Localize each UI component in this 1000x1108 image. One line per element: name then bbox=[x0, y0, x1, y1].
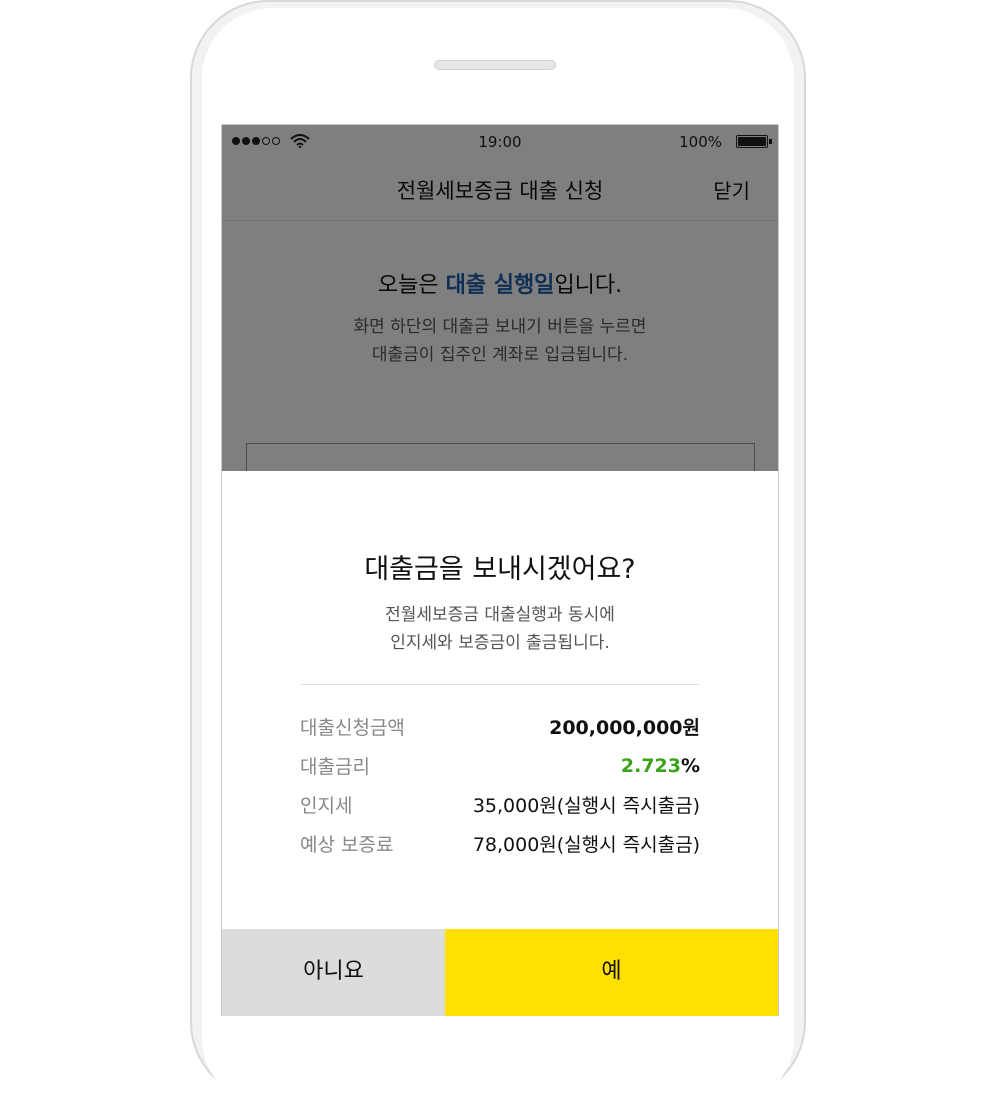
summary-label: 인지세 bbox=[300, 795, 353, 817]
dialog-desc-line2: 인지세와 보증금이 출금됩니다. bbox=[390, 633, 610, 653]
confirm-dialog: 대출금을 보내시겠어요? 전월세보증금 대출실행과 동시에 인지세와 보증금이 … bbox=[222, 471, 778, 1016]
modal-overlay[interactable] bbox=[222, 125, 778, 471]
phone-speaker bbox=[434, 60, 556, 70]
summary-label: 대출신청금액 bbox=[300, 717, 405, 739]
summary-label: 대출금리 bbox=[300, 756, 370, 778]
summary-value: 2.723% bbox=[621, 755, 700, 777]
summary-row-guarantee-fee: 예상 보증료 78,000원(실행시 즉시출금) bbox=[300, 824, 700, 863]
summary-row-stamp-tax: 인지세 35,000원(실행시 즉시출금) bbox=[300, 785, 700, 824]
dialog-desc-line1: 전월세보증금 대출실행과 동시에 bbox=[385, 605, 615, 625]
dialog-divider bbox=[300, 684, 700, 685]
summary-row-rate: 대출금리 2.723% bbox=[300, 746, 700, 785]
dialog-title: 대출금을 보내시겠어요? bbox=[364, 554, 636, 585]
loan-summary: 대출신청금액 200,000,000원 대출금리 2.723% 인지세 35,0… bbox=[300, 707, 700, 863]
summary-value: 200,000,000원 bbox=[549, 717, 700, 739]
summary-row-amount: 대출신청금액 200,000,000원 bbox=[300, 707, 700, 746]
summary-value: 35,000원(실행시 즉시출금) bbox=[472, 795, 700, 817]
summary-value: 78,000원(실행시 즉시출금) bbox=[472, 834, 700, 856]
rate-number: 2.723 bbox=[620, 754, 681, 777]
yes-button[interactable]: 예 bbox=[445, 929, 778, 1016]
summary-label: 예상 보증료 bbox=[300, 834, 394, 856]
phone-screen: 19:00 100% 전월세보증금 대출 신청 닫기 오늘은 대출 실행일입니다… bbox=[221, 124, 779, 1016]
no-button[interactable]: 아니요 bbox=[222, 929, 445, 1016]
rate-unit: % bbox=[680, 754, 700, 777]
dialog-description: 전월세보증금 대출실행과 동시에 인지세와 보증금이 출금됩니다. bbox=[222, 601, 778, 657]
